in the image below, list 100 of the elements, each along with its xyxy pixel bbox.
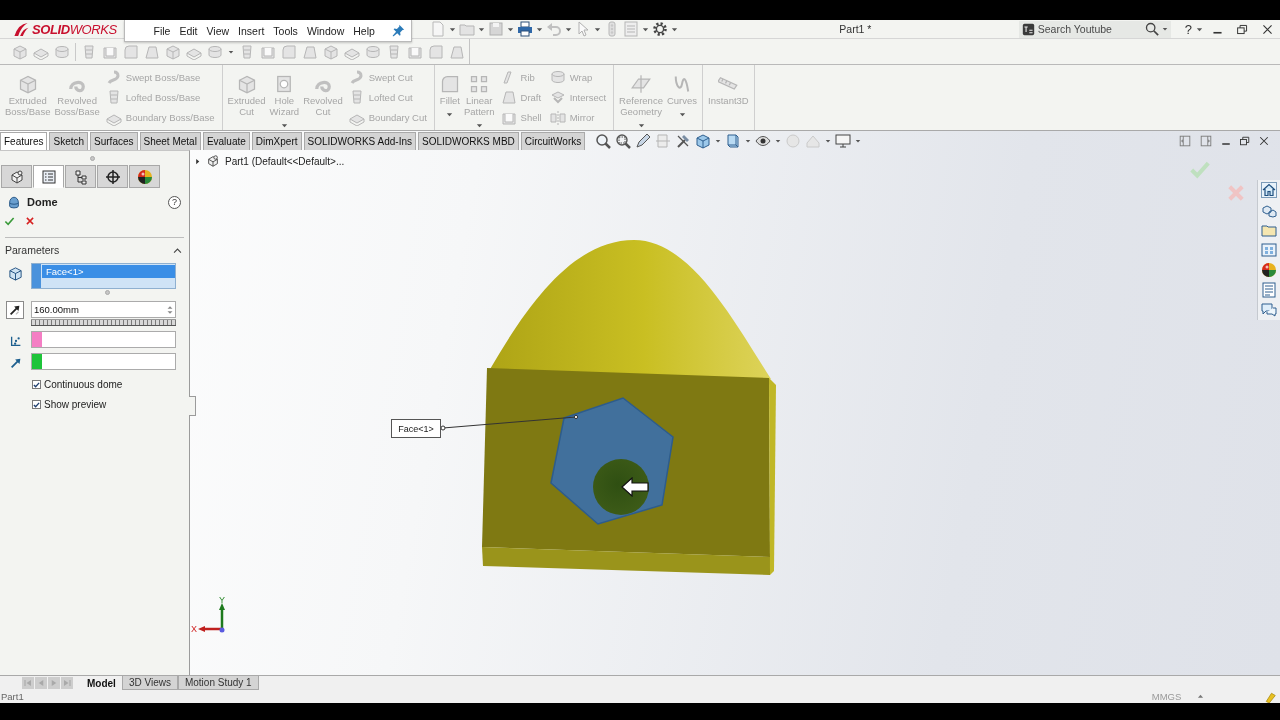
- menu-item[interactable]: Edit: [174, 21, 202, 40]
- pin-icon[interactable]: [392, 24, 405, 37]
- model-tab[interactable]: Motion Study 1: [177, 676, 259, 690]
- caret-icon[interactable]: [449, 25, 456, 33]
- ribbon-tab[interactable]: SOLIDWORKS MBD: [418, 132, 519, 150]
- zoom-icon[interactable]: [595, 132, 612, 149]
- trapezoid-icon: [500, 89, 517, 106]
- checkbox[interactable]: [32, 400, 41, 409]
- axis-label: X: [191, 624, 197, 634]
- ribbon-tab[interactable]: Evaluate: [202, 132, 250, 150]
- menu-item[interactable]: Help: [348, 21, 380, 40]
- crosshair-icon: [104, 168, 121, 185]
- ribbon-tab[interactable]: SOLIDWORKS Add-Ins: [303, 132, 416, 150]
- split-pane-icon[interactable]: [1178, 133, 1192, 148]
- menu-item[interactable]: File: [149, 21, 175, 40]
- reverse-direction-button[interactable]: [6, 301, 24, 319]
- close-icon[interactable]: [1258, 134, 1270, 147]
- menu-item[interactable]: Insert: [233, 21, 269, 40]
- checkbox-label[interactable]: Continuous dome: [44, 379, 123, 390]
- cylinder-icon[interactable]: [365, 43, 381, 60]
- ribbon-tab[interactable]: Sketch: [49, 132, 89, 150]
- zoom-area-icon[interactable]: [615, 132, 632, 149]
- menu-item[interactable]: Window: [302, 21, 349, 40]
- selection-field[interactable]: [31, 353, 176, 370]
- menu-item[interactable]: Tools: [268, 21, 303, 40]
- caret-icon[interactable]: [671, 25, 678, 33]
- home-icon[interactable]: [1261, 182, 1277, 198]
- search-input[interactable]: Search Youtube: [1037, 21, 1142, 37]
- cube-icon[interactable]: [695, 132, 712, 149]
- model-tab[interactable]: 3D Views: [121, 676, 178, 690]
- help-button[interactable]: ?: [1180, 21, 1196, 37]
- thumbwheel[interactable]: [31, 319, 176, 326]
- checkbox-label[interactable]: Show preview: [44, 399, 107, 410]
- caret-icon[interactable]: [507, 25, 514, 33]
- ribbon-tab[interactable]: DimXpert: [251, 132, 302, 150]
- pencil-icon[interactable]: [635, 132, 652, 149]
- ribbon-tab[interactable]: CircuitWorks: [520, 132, 586, 150]
- monitor-icon[interactable]: [835, 132, 852, 149]
- caret-icon[interactable]: [642, 25, 649, 33]
- manager-tab[interactable]: [97, 165, 128, 188]
- caret-icon[interactable]: [855, 137, 862, 144]
- menu-item[interactable]: View: [202, 21, 234, 40]
- list-icon: [40, 168, 57, 185]
- color-ball-icon[interactable]: [1261, 262, 1277, 278]
- tapered-block-icon[interactable]: [239, 43, 255, 60]
- cylinder-icon: [549, 69, 566, 86]
- trapezoid-icon[interactable]: [302, 43, 318, 60]
- folder-icon[interactable]: [1261, 222, 1277, 238]
- caret-icon[interactable]: [825, 137, 832, 144]
- points-icon: [8, 334, 23, 348]
- cancel-button[interactable]: [24, 215, 36, 228]
- trapezoid-icon[interactable]: [449, 43, 465, 60]
- caret-right-icon[interactable]: [194, 157, 201, 165]
- help-button[interactable]: ?: [168, 195, 181, 209]
- cylinder-icon[interactable]: [207, 43, 223, 60]
- resize-grip[interactable]: [105, 289, 110, 295]
- restore-icon[interactable]: [1239, 134, 1251, 147]
- tapered-block-icon[interactable]: [81, 43, 97, 60]
- box-icon[interactable]: [725, 132, 742, 149]
- ribbon-tab[interactable]: Surfaces: [90, 132, 138, 150]
- tapered-block-icon[interactable]: [386, 43, 402, 60]
- callout-label[interactable]: Face<1>: [391, 419, 441, 438]
- manager-tab[interactable]: [1, 165, 32, 188]
- chat-icon[interactable]: [1261, 302, 1277, 318]
- splitter-grip[interactable]: [90, 155, 95, 161]
- caret-icon[interactable]: [228, 48, 234, 55]
- search-icon[interactable]: [1144, 22, 1159, 36]
- printer-icon[interactable]: [517, 21, 533, 37]
- restore-icon[interactable]: [1236, 22, 1249, 36]
- tools-icon[interactable]: [675, 132, 692, 149]
- caret-icon[interactable]: [775, 137, 782, 144]
- caret-icon[interactable]: [536, 25, 543, 33]
- caret-icon[interactable]: [565, 25, 572, 33]
- caret-icon[interactable]: [745, 137, 752, 144]
- cylinder-icon[interactable]: [54, 43, 70, 60]
- squares-grid-icon: [469, 74, 490, 94]
- selection-field[interactable]: [31, 331, 176, 348]
- distance-input[interactable]: 160.00mm: [32, 302, 165, 317]
- cube-icon: [17, 74, 38, 94]
- cross-icon: [25, 216, 35, 226]
- search-field[interactable]: Search Youtube: [1018, 20, 1171, 38]
- caret-icon[interactable]: [478, 25, 485, 33]
- checkbox[interactable]: [32, 380, 41, 389]
- app-logo: SOLIDWORKS: [32, 21, 117, 37]
- tree-item[interactable]: Part1 (Default<<Default>...: [225, 155, 345, 167]
- caret-up-icon[interactable]: [1197, 693, 1205, 700]
- caret-icon[interactable]: [715, 137, 722, 144]
- manager-tab[interactable]: [129, 165, 160, 188]
- caret-icon[interactable]: [1196, 25, 1203, 33]
- ribbon-tab[interactable]: Sheet Metal: [139, 132, 201, 150]
- distance-field[interactable]: 160.00mm: [31, 301, 176, 318]
- panel-handle[interactable]: [189, 396, 196, 416]
- close-icon[interactable]: [1261, 22, 1274, 36]
- ribbon-tab[interactable]: Features: [0, 132, 48, 150]
- settings-icon[interactable]: [652, 21, 668, 37]
- caret-icon[interactable]: [1161, 26, 1168, 32]
- ok-button[interactable]: [3, 215, 16, 228]
- trapezoid-icon[interactable]: [144, 43, 160, 60]
- caret-icon[interactable]: [594, 25, 601, 33]
- split-pane-icon[interactable]: [1199, 133, 1213, 148]
